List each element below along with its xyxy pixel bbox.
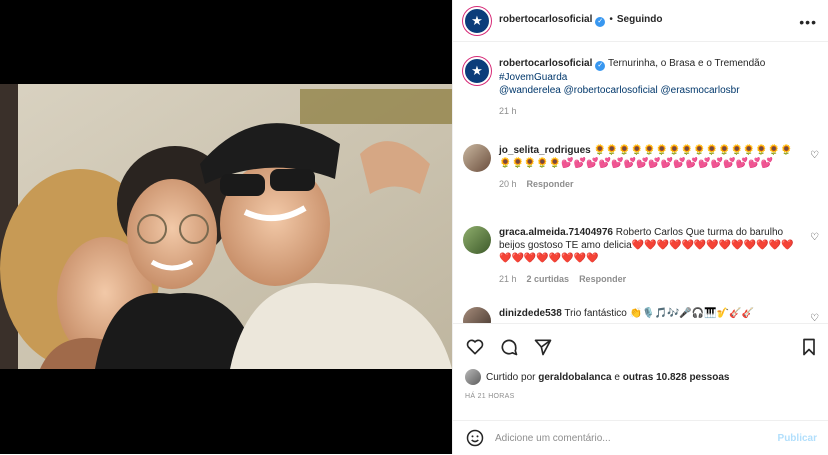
- caption-avatar[interactable]: [463, 57, 491, 85]
- comment-body: graca.almeida.71404976 Roberto Carlos Qu…: [499, 226, 803, 265]
- comment-time[interactable]: 21 h: [499, 274, 517, 284]
- comment-time[interactable]: 20 h: [499, 179, 517, 189]
- comment-like-heart-icon[interactable]: ♡: [810, 150, 819, 161]
- comment-likes-count[interactable]: 2 curtidas: [527, 274, 570, 284]
- post-media[interactable]: [0, 0, 452, 454]
- comment-composer: Adicione um comentário... Publicar: [453, 420, 828, 455]
- reply-button[interactable]: Responder: [579, 274, 626, 284]
- comment-meta: 20 h Responder: [499, 179, 803, 189]
- caption-username[interactable]: robertocarlosoficial: [499, 58, 592, 69]
- verified-badge-icon: ✓: [595, 17, 606, 27]
- more-options-icon[interactable]: •••: [799, 14, 817, 30]
- instagram-post: robertocarlosoficial✓•Seguindo ••• rober…: [0, 0, 828, 454]
- comment-username[interactable]: graca.almeida.71404976: [499, 227, 613, 238]
- commenter-avatar[interactable]: [463, 144, 491, 172]
- heart-icon[interactable]: [465, 337, 485, 357]
- photo-illustration: [0, 84, 452, 369]
- comment-like-heart-icon[interactable]: ♡: [810, 232, 819, 243]
- likes-summary: Curtido por geraldobalanca e outras 10.8…: [465, 369, 729, 385]
- post-timestamp[interactable]: HÁ 21 HORAS: [465, 393, 515, 400]
- header-username[interactable]: robertocarlosoficial: [499, 14, 592, 25]
- comment-item: graca.almeida.71404976 Roberto Carlos Qu…: [463, 226, 819, 284]
- commenter-avatar[interactable]: [463, 307, 491, 323]
- comments-list[interactable]: robertocarlosoficial✓ Ternurinha, o Bras…: [453, 43, 828, 323]
- caption-hashtag[interactable]: #JovemGuarda: [499, 72, 567, 83]
- action-icons: [465, 337, 553, 357]
- comment-item: dinizdede538 Trio fantástico 👏🎙️🎵🎶🎤🎧🎹🎷🎸🎸…: [463, 307, 819, 323]
- post-photo: [0, 84, 452, 369]
- comment-body: jo_selita_rodrigues 🌻🌻🌻🌻🌻🌻🌻🌻🌻🌻🌻🌻🌻🌻🌻🌻🌻🌻🌻🌻…: [499, 144, 803, 170]
- post-header: robertocarlosoficial✓• Seguindo •••: [453, 0, 828, 42]
- post-sidebar: robertocarlosoficial✓•Seguindo ••• rober…: [452, 0, 828, 454]
- comment-username[interactable]: jo_selita_rodrigues: [499, 145, 591, 156]
- likes-others-link[interactable]: outras 10.828 pessoas: [623, 372, 730, 383]
- liker-username[interactable]: geraldobalanca: [538, 372, 611, 383]
- share-icon[interactable]: [533, 337, 553, 357]
- header-user: robertocarlosoficial ✓ • Seguindo: [499, 14, 662, 27]
- caption-meta: 21 h: [499, 106, 803, 116]
- liker-avatar[interactable]: [465, 369, 481, 385]
- caption: robertocarlosoficial✓ Ternurinha, o Bras…: [463, 57, 803, 116]
- caption-body: robertocarlosoficial ✓ Ternurinha, o Bras…: [499, 57, 803, 97]
- post-actions: Curtido por geraldobalanca e outras 10.8…: [453, 323, 828, 454]
- comment-username[interactable]: dinizdede538: [499, 308, 562, 319]
- bookmark-icon[interactable]: [799, 337, 819, 357]
- commenter-avatar[interactable]: [463, 226, 491, 254]
- caption-text: Ternurinha, o Brasa e o Tremendão: [607, 58, 766, 69]
- comment-item: jo_selita_rodrigues 🌻🌻🌻🌻🌻🌻🌻🌻🌻🌻🌻🌻🌻🌻🌻🌻🌻🌻🌻🌻…: [463, 144, 819, 189]
- likes-prefix: Curtido por: [486, 371, 536, 383]
- header-separator: •: [609, 14, 613, 25]
- comment-like-heart-icon[interactable]: ♡: [810, 313, 819, 323]
- comment-meta: 21 h 2 curtidas Responder: [499, 274, 803, 284]
- caption-mentions[interactable]: @wanderelea @robertocarlosoficial @erasm…: [499, 85, 740, 96]
- caption-time[interactable]: 21 h: [499, 106, 517, 116]
- comment-text: Trio fantástico 👏🎙️🎵🎶🎤🎧🎹🎷🎸🎸: [564, 308, 755, 319]
- likes-middle: e: [614, 371, 620, 383]
- comment-icon[interactable]: [499, 337, 519, 357]
- comment-body: dinizdede538 Trio fantástico 👏🎙️🎵🎶🎤🎧🎹🎷🎸🎸: [499, 307, 803, 320]
- reply-button[interactable]: Responder: [527, 179, 574, 189]
- emoji-icon[interactable]: [465, 428, 485, 448]
- verified-badge-icon: ✓: [595, 61, 606, 71]
- publish-button[interactable]: Publicar: [778, 433, 817, 444]
- comment-input[interactable]: Adicione um comentário...: [495, 433, 778, 444]
- profile-avatar[interactable]: [463, 6, 491, 35]
- follow-status-button[interactable]: Seguindo: [617, 14, 663, 25]
